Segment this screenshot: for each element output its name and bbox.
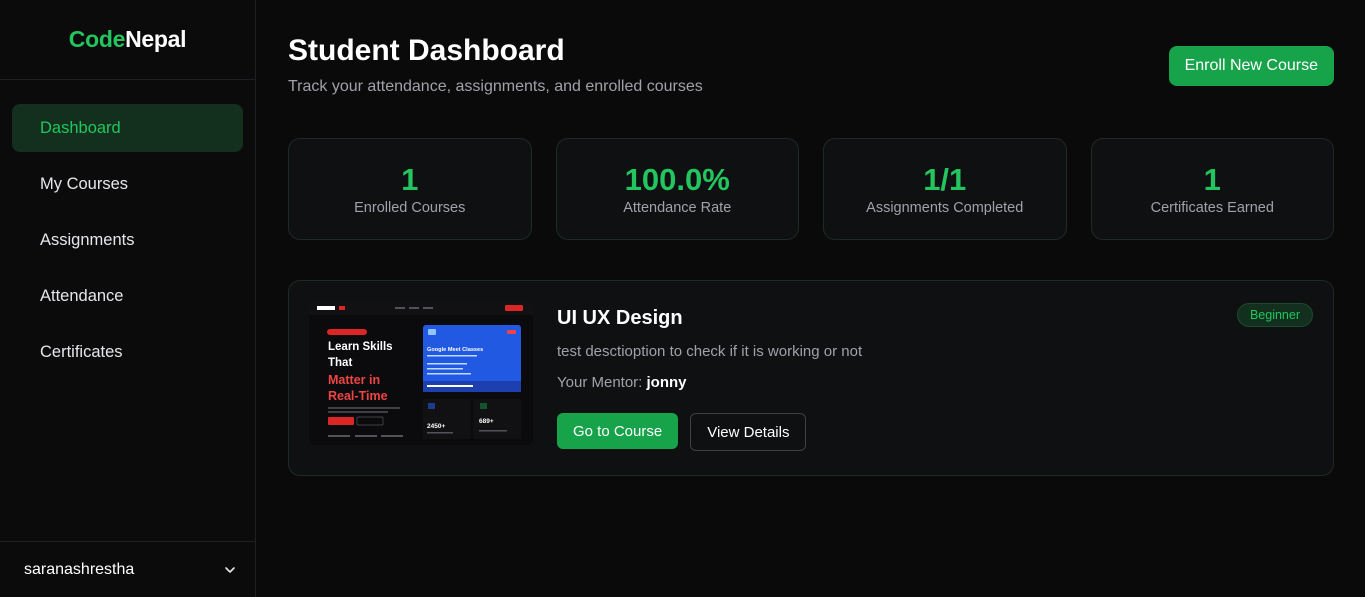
- stat-value: 1: [401, 162, 419, 197]
- sidebar-item-label: My Courses: [40, 174, 129, 193]
- course-card: Learn Skills That Matter in Real-Time Go…: [288, 280, 1334, 476]
- sidebar-nav: Dashboard My Courses Assignments Attenda…: [0, 80, 255, 376]
- thumb-line4: Real-Time: [328, 389, 388, 403]
- sidebar-item-label: Certificates: [40, 342, 123, 361]
- thumb-card-title: Google Meet Classes: [427, 347, 483, 353]
- main-content: Student Dashboard Track your attendance,…: [256, 0, 1365, 597]
- header-text: Student Dashboard Track your attendance,…: [288, 32, 703, 96]
- sidebar-item-label: Attendance: [40, 286, 124, 305]
- brand-logo[interactable]: CodeNepal: [68, 26, 187, 53]
- logo-area: CodeNepal: [0, 0, 255, 80]
- page-subtitle: Track your attendance, assignments, and …: [288, 78, 703, 95]
- sidebar-item-assignments[interactable]: Assignments: [12, 216, 243, 264]
- stat-card-assignments: 1/1 Assignments Completed: [823, 138, 1067, 240]
- course-mentor: Your Mentor: jonny: [557, 374, 1313, 391]
- stat-label: Certificates Earned: [1150, 200, 1274, 216]
- view-details-button[interactable]: View Details: [690, 413, 807, 451]
- stat-value: 100.0%: [624, 162, 730, 197]
- thumb-line1: Learn Skills: [328, 341, 393, 353]
- stat-value: 1: [1203, 162, 1221, 197]
- stat-label: Assignments Completed: [866, 200, 1024, 216]
- stat-card-attendance: 100.0% Attendance Rate: [555, 138, 799, 240]
- stat-label: Enrolled Courses: [354, 200, 466, 216]
- go-to-course-button[interactable]: Go to Course: [557, 413, 679, 449]
- brand-code: Code: [68, 26, 126, 52]
- sidebar-item-my-courses[interactable]: My Courses: [12, 160, 243, 208]
- course-info: UI UX Design test desctioption to check …: [557, 301, 1313, 455]
- stat-value: 1/1: [923, 162, 967, 197]
- course-description: test desctioption to check if it is work…: [557, 343, 863, 360]
- chevron-down-icon[interactable]: [223, 563, 237, 577]
- enroll-new-course-button[interactable]: Enroll New Course: [1168, 46, 1334, 86]
- course-thumbnail[interactable]: Learn Skills That Matter in Real-Time Go…: [309, 301, 533, 445]
- stats-grid: 1 Enrolled Courses 100.0% Attendance Rat…: [288, 138, 1334, 240]
- user-menu[interactable]: saranashrestha: [0, 541, 255, 597]
- stat-card-enrolled: 1 Enrolled Courses: [288, 138, 532, 240]
- sidebar-item-attendance[interactable]: Attendance: [12, 272, 243, 320]
- course-title: UI UX Design: [557, 307, 683, 329]
- mentor-label: Your Mentor:: [557, 374, 643, 391]
- brand-nepal: Nepal: [125, 26, 187, 52]
- thumb-stat1: 2450+: [427, 423, 445, 430]
- thumb-line2: That: [328, 357, 352, 369]
- thumb-stat2: 689+: [479, 418, 494, 425]
- mentor-name: jonny: [646, 374, 687, 391]
- sidebar-item-label: Dashboard: [40, 118, 121, 137]
- sidebar: CodeNepal Dashboard My Courses Assignmen…: [0, 0, 256, 597]
- page-title: Student Dashboard: [288, 34, 565, 67]
- course-actions: Go to Course View Details: [557, 413, 1313, 451]
- page-header: Student Dashboard Track your attendance,…: [288, 32, 1334, 96]
- sidebar-item-certificates[interactable]: Certificates: [12, 328, 243, 376]
- stat-label: Attendance Rate: [623, 200, 732, 216]
- sidebar-item-dashboard[interactable]: Dashboard: [12, 104, 243, 152]
- sidebar-item-label: Assignments: [40, 230, 135, 249]
- username: saranashrestha: [24, 560, 135, 578]
- app-root: CodeNepal Dashboard My Courses Assignmen…: [0, 0, 1365, 597]
- level-badge: Beginner: [1236, 303, 1313, 327]
- thumb-line3: Matter in: [328, 373, 380, 387]
- stat-card-certificates: 1 Certificates Earned: [1090, 138, 1334, 240]
